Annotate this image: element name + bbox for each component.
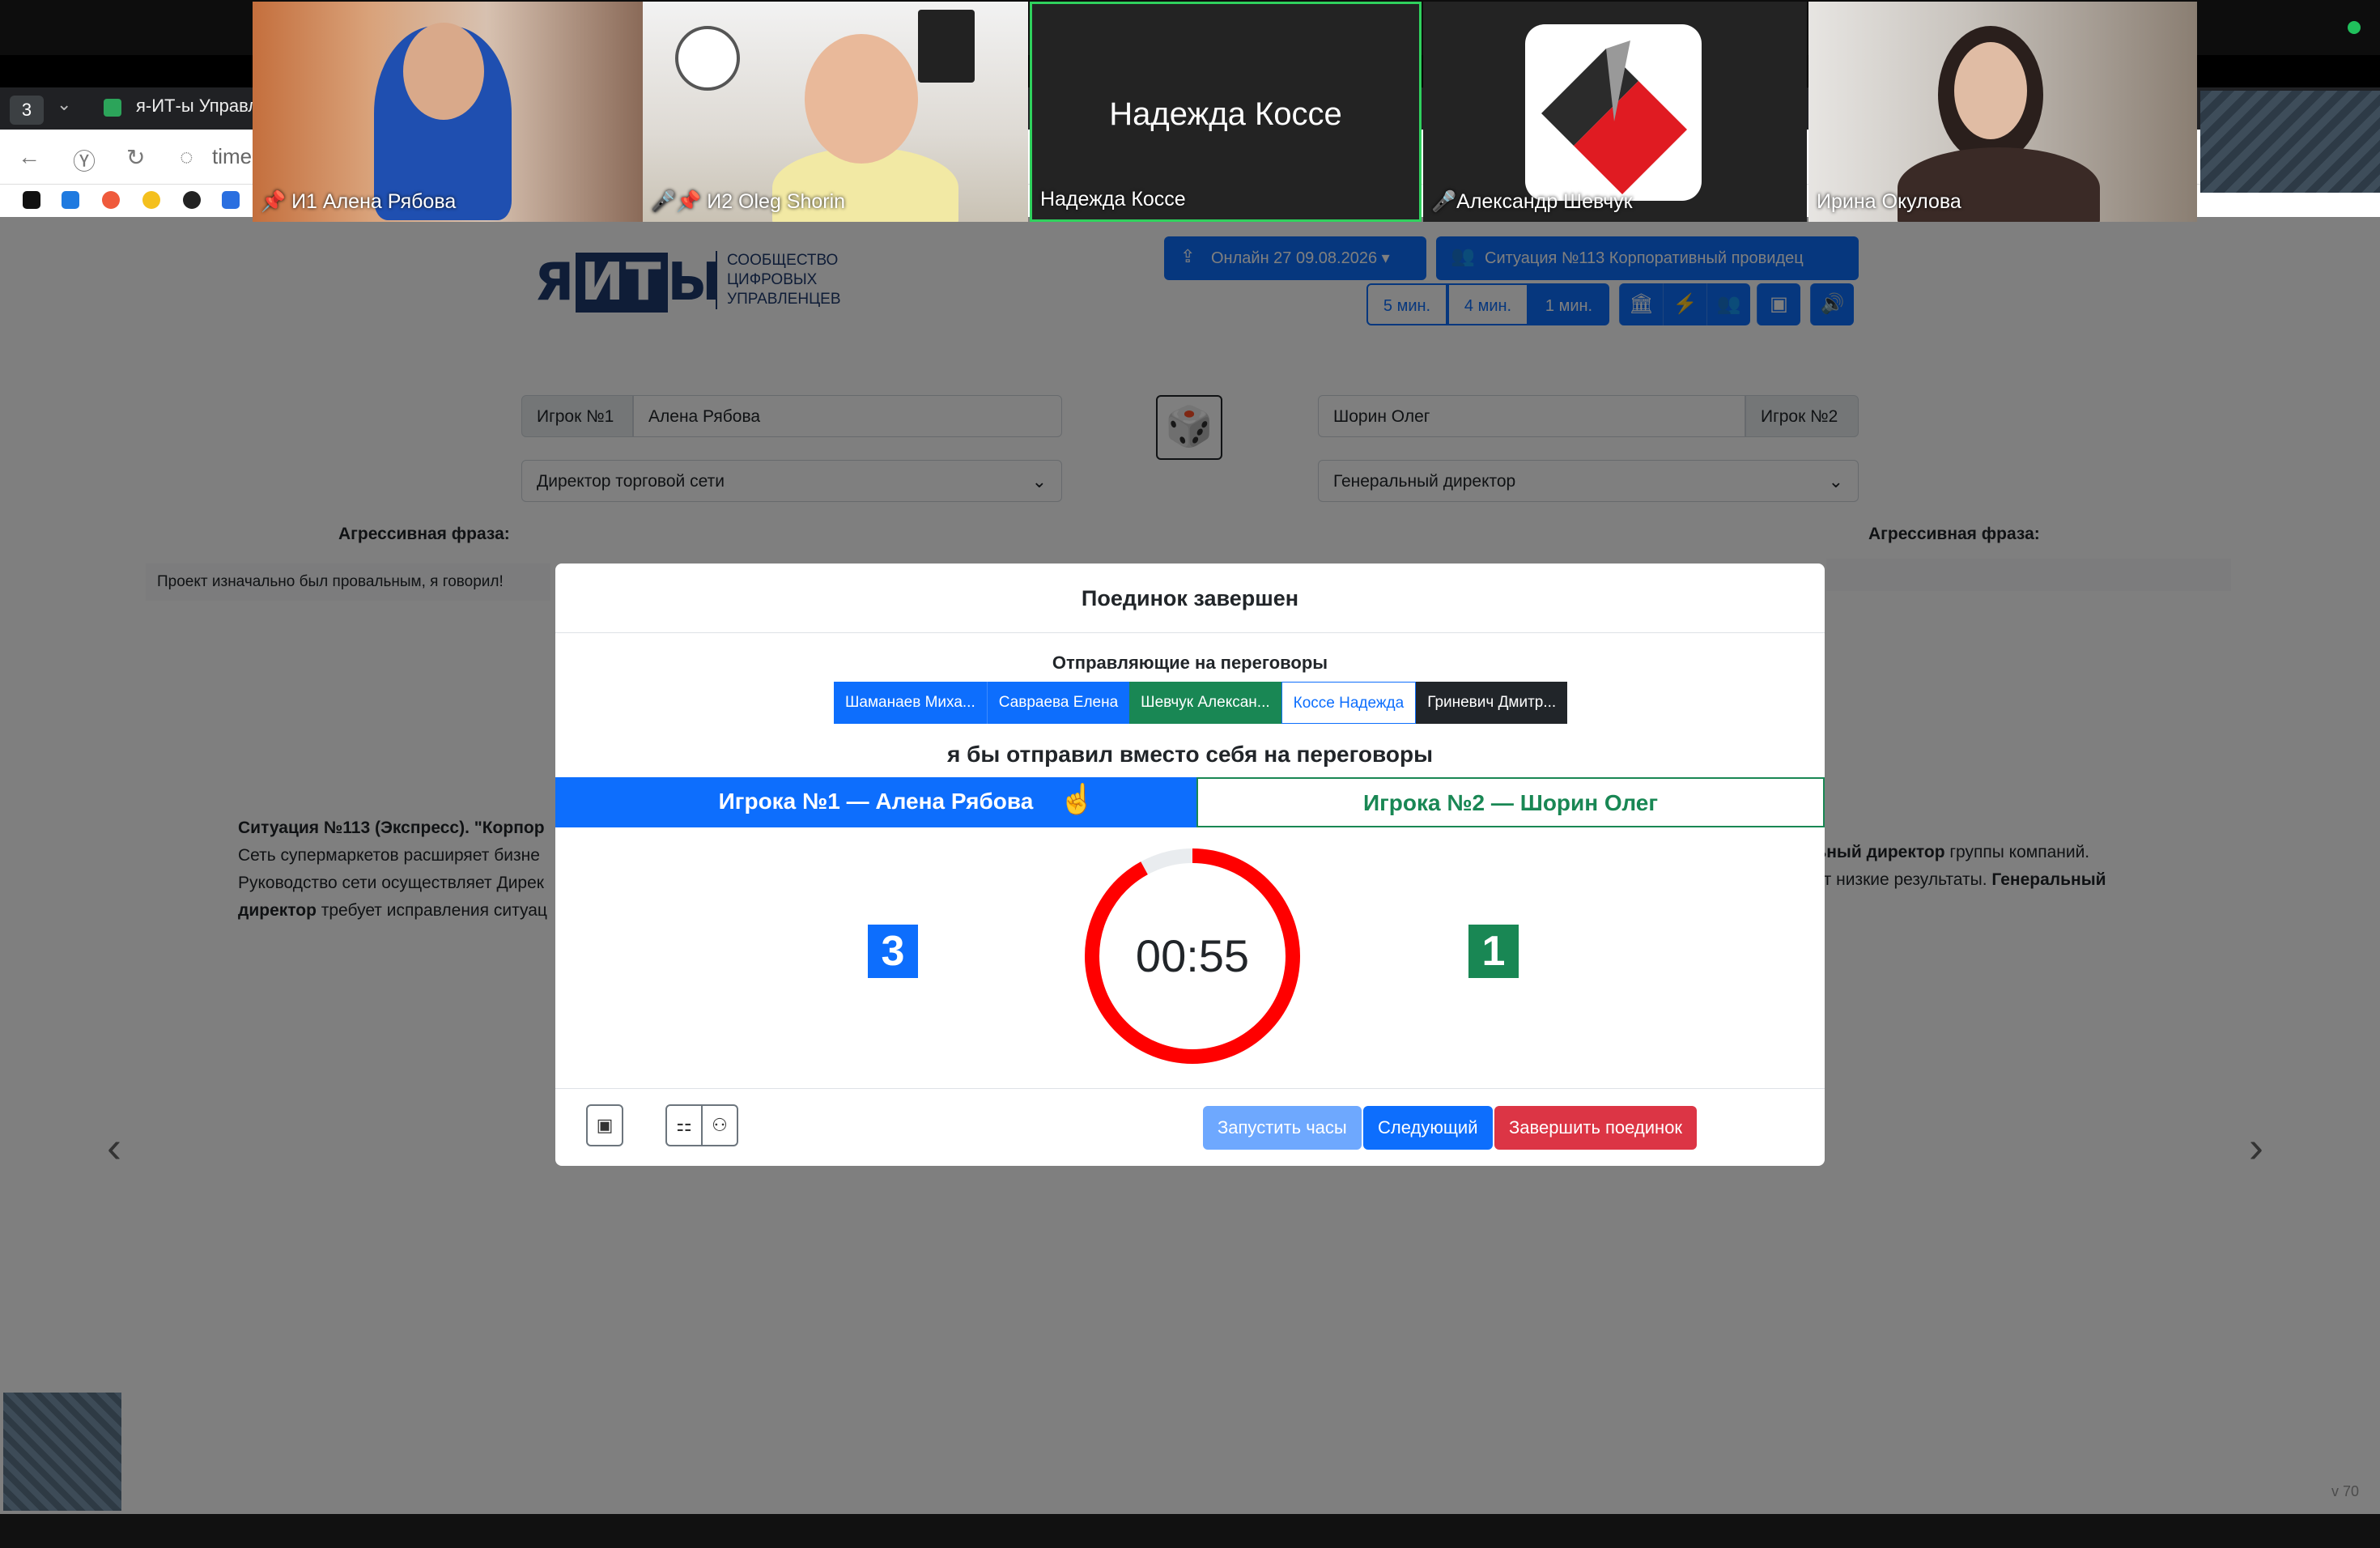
vote-left-icon[interactable]: ⚏	[665, 1104, 703, 1146]
vote-player2-button[interactable]: Игрока №2 — Шорин Олег	[1196, 777, 1825, 827]
mic-off-icon: 🎤	[1431, 190, 1457, 213]
senders-title: Отправляющие на переговоры	[1052, 653, 1328, 673]
browser-tab-title[interactable]: я-ИТ-ы Управле	[136, 96, 268, 117]
participant-name: Надежда Коссе	[1040, 188, 1186, 211]
address-bar[interactable]: time	[212, 144, 252, 169]
finish-duel-button[interactable]: Завершить поединок	[1494, 1106, 1698, 1150]
sender-chip[interactable]: Шевчук Алексан...	[1129, 682, 1281, 724]
tab-count-badge[interactable]: 3	[10, 96, 44, 125]
bookmark-mask-icon[interactable]	[183, 191, 201, 209]
reload-icon[interactable]: ↻	[126, 144, 145, 171]
participant-name: 🎤📌 И2 Oleg Shorin	[651, 190, 846, 213]
avatar-logo	[1525, 24, 1702, 201]
participant-name: 📌 И1 Алена Рябова	[261, 190, 457, 213]
question-text: я бы отправил вместо себя на переговоры	[947, 742, 1433, 767]
bookmark-app-icon[interactable]	[102, 191, 120, 209]
chevron-down-icon[interactable]: ⌄	[57, 94, 71, 115]
player-vote-tabs: Игрока №1 — Алена Рябова Игрока №2 — Шор…	[555, 777, 1825, 827]
player1-score: 3	[868, 925, 918, 978]
book-icon[interactable]: ▣	[586, 1104, 623, 1146]
mouse-cursor-icon: ☝	[1059, 782, 1095, 815]
duel-finished-modal: Поединок завершен Отправляющие на перего…	[555, 563, 1825, 1166]
tab-favicon-icon	[104, 99, 121, 117]
self-view-thumbnail[interactable]	[3, 1393, 121, 1511]
participant-name: 🎤Александр Шевчук	[1431, 190, 1633, 213]
sender-chip[interactable]: Коссе Надежда	[1281, 682, 1417, 724]
back-arrow-icon[interactable]: ←	[18, 144, 40, 170]
countdown-timer: 00:55	[1135, 930, 1250, 981]
decorative-pattern	[2200, 91, 2380, 193]
zoom-bottom-bar	[0, 1514, 2380, 1548]
bookmark-cloud-icon[interactable]	[222, 191, 240, 209]
sender-chip[interactable]: Савраева Елена	[986, 682, 1130, 724]
video-tile[interactable]: 🎤📌 И2 Oleg Shorin	[643, 2, 1028, 222]
next-button[interactable]: Следующий	[1363, 1106, 1493, 1150]
mic-off-icon: 🎤	[651, 190, 677, 213]
video-tile[interactable]: 🎤Александр Шевчук	[1423, 2, 1807, 222]
connection-status-icon	[2348, 21, 2361, 34]
bookmark-lightbulb-icon[interactable]	[142, 191, 160, 209]
video-tile-active[interactable]: Надежда Коссе Надежда Коссе	[1030, 2, 1422, 222]
bookmark-plus-icon[interactable]	[23, 191, 40, 209]
yandex-icon[interactable]: Ⓨ	[73, 144, 96, 176]
bookmark-vk-icon[interactable]	[62, 191, 79, 209]
video-tile[interactable]: Ирина Окулова	[1808, 2, 2197, 222]
participant-name: Ирина Окулова	[1817, 190, 1961, 213]
sender-chip[interactable]: Шаманаев Миха...	[834, 682, 987, 724]
shield-icon: ◌	[180, 144, 193, 169]
player2-score: 1	[1468, 925, 1519, 978]
clock-icon	[675, 26, 740, 91]
vote-right-icon[interactable]: ⚇	[701, 1104, 738, 1146]
vote-player1-button[interactable]: Игрока №1 — Алена Рябова	[555, 777, 1196, 827]
video-tile[interactable]: 📌 И1 Алена Рябова	[253, 2, 643, 222]
start-clock-button[interactable]: Запустить часы	[1203, 1106, 1362, 1150]
senders-list: Шаманаев Миха... Савраева Елена Шевчук А…	[834, 682, 1568, 724]
modal-title: Поединок завершен	[555, 563, 1825, 633]
sender-chip[interactable]: Гриневич Дмитр...	[1416, 682, 1568, 724]
